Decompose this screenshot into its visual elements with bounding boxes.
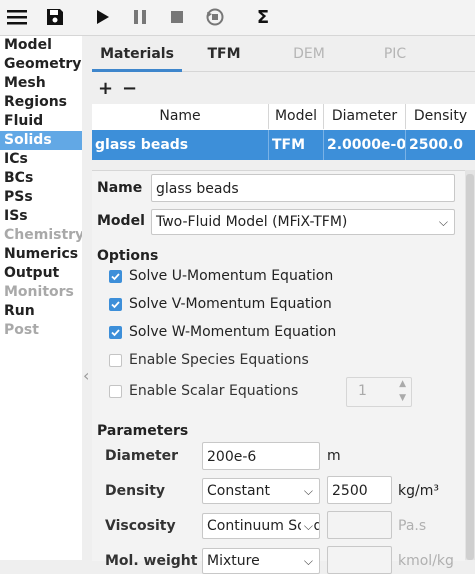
- diameter-unit: m: [327, 448, 341, 464]
- cell-density[interactable]: 2500.0: [406, 130, 475, 160]
- molweight-label: Mol. weight: [105, 553, 198, 569]
- active-tab-indicator: [92, 69, 182, 72]
- scrollbar-thumb[interactable]: [466, 174, 474, 560]
- viscosity-mode-select[interactable]: Continuum Solids ⌵: [202, 513, 320, 539]
- sidebar-item-fluid[interactable]: Fluid: [0, 112, 82, 131]
- sidebar-item-post[interactable]: Post: [0, 321, 82, 340]
- cell-diameter[interactable]: 2.0000e-04: [324, 130, 406, 160]
- density-mode-select[interactable]: Constant ⌵: [202, 478, 320, 504]
- scalar-count-value: 1: [358, 383, 367, 399]
- density-label: Density: [105, 483, 166, 499]
- diameter-input[interactable]: 200e-6: [202, 442, 320, 470]
- sidebar-item-model[interactable]: Model: [0, 36, 82, 55]
- tab-pic[interactable]: PIC: [352, 36, 438, 70]
- enable-scalar-checkbox[interactable]: [109, 385, 122, 398]
- solve-v-momentum-checkbox[interactable]: [109, 298, 122, 311]
- model-label: Model: [97, 213, 145, 229]
- molweight-input[interactable]: [327, 546, 392, 574]
- sidebar-item-regions[interactable]: Regions: [0, 93, 82, 112]
- options-heading: Options: [97, 248, 159, 264]
- parameters-heading: Parameters: [97, 423, 189, 439]
- sidebar-item-numerics[interactable]: Numerics: [0, 245, 82, 264]
- sidebar-item-ics[interactable]: ICs: [0, 150, 82, 169]
- tab-tfm[interactable]: TFM: [182, 36, 266, 70]
- sidebar-item-run[interactable]: Run: [0, 302, 82, 321]
- model-select[interactable]: Two-Fluid Model (MFiX-TFM) ⌵: [151, 209, 455, 235]
- density-unit: kg/m³: [398, 483, 439, 499]
- sidebar-item-pss[interactable]: PSs: [0, 188, 82, 207]
- remove-icon[interactable]: −: [122, 80, 137, 98]
- solve-w-momentum-checkbox[interactable]: [109, 326, 122, 339]
- sidebar-item-geometry[interactable]: Geometry: [0, 55, 82, 74]
- stop-icon[interactable]: [166, 6, 188, 28]
- viscosity-input[interactable]: [327, 511, 392, 539]
- sigma-icon[interactable]: Σ: [252, 6, 274, 28]
- cell-model[interactable]: TFM: [269, 130, 324, 160]
- sidebar-item-mesh[interactable]: Mesh: [0, 74, 82, 93]
- solve-u-momentum-label: Solve U-Momentum Equation: [129, 268, 334, 284]
- sidebar-item-solids[interactable]: Solids: [0, 131, 82, 150]
- chevron-down-icon: ⌵: [303, 484, 313, 498]
- tab-dem[interactable]: DEM: [266, 36, 352, 70]
- play-icon[interactable]: [92, 6, 114, 28]
- material-properties-panel: Name glass beads Model Two-Fluid Model (…: [92, 170, 465, 574]
- column-header-name[interactable]: Name: [92, 104, 269, 129]
- name-label: Name: [97, 180, 143, 196]
- name-input[interactable]: glass beads: [151, 174, 455, 202]
- density-mode-value: Constant: [207, 483, 270, 499]
- enable-species-label: Enable Species Equations: [129, 352, 309, 368]
- chevron-down-icon: ⌵: [438, 215, 448, 229]
- molweight-unit: kmol/kg: [398, 553, 454, 569]
- chevron-down-icon: ⌵: [303, 554, 313, 568]
- viscosity-label: Viscosity: [105, 518, 176, 534]
- column-header-density[interactable]: Density: [406, 104, 475, 129]
- molweight-mode-value: Mixture: [207, 553, 260, 569]
- sidebar-item-bcs[interactable]: BCs: [0, 169, 82, 188]
- menu-icon[interactable]: [6, 6, 28, 28]
- solve-w-momentum-label: Solve W-Momentum Equation: [129, 324, 337, 340]
- pause-icon[interactable]: [129, 6, 151, 28]
- toolbar: Σ: [0, 0, 475, 36]
- add-icon[interactable]: +: [98, 80, 113, 98]
- enable-species-checkbox[interactable]: [109, 354, 122, 367]
- reset-icon[interactable]: [204, 6, 226, 28]
- spin-down-icon[interactable]: ▼: [399, 393, 406, 403]
- sidebar-item-output[interactable]: Output: [0, 264, 82, 283]
- scalar-count-spinbox[interactable]: 1 ▲ ▼: [346, 377, 412, 407]
- density-input[interactable]: 2500: [327, 476, 392, 504]
- sidebar-splitter[interactable]: ‹: [82, 36, 92, 560]
- panel-scrollbar[interactable]: [465, 170, 475, 560]
- chevron-down-icon: ⌵: [300, 514, 313, 538]
- sidebar-item-monitors[interactable]: Monitors: [0, 283, 82, 302]
- viscosity-unit: Pa.s: [398, 518, 427, 534]
- column-header-diameter[interactable]: Diameter: [324, 104, 406, 129]
- diameter-label: Diameter: [105, 448, 179, 464]
- materials-table: Name Model Diameter Density glass beads …: [92, 104, 475, 160]
- cell-name[interactable]: glass beads: [92, 130, 269, 160]
- table-row[interactable]: glass beads TFM 2.0000e-04 2500.0: [92, 130, 475, 160]
- sidebar-item-chemistry[interactable]: Chemistry: [0, 226, 84, 245]
- molweight-mode-select[interactable]: Mixture ⌵: [202, 548, 320, 574]
- tab-materials[interactable]: Materials: [92, 36, 182, 70]
- sidebar-item-iss[interactable]: ISs: [0, 207, 82, 226]
- enable-scalar-label: Enable Scalar Equations: [129, 383, 299, 399]
- solve-u-momentum-checkbox[interactable]: [109, 270, 122, 283]
- save-icon[interactable]: [44, 6, 66, 28]
- column-header-model[interactable]: Model: [269, 104, 324, 129]
- model-select-value: Two-Fluid Model (MFiX-TFM): [156, 214, 348, 230]
- sidebar-nav: Model Geometry Mesh Regions Fluid Solids…: [0, 36, 84, 560]
- spin-up-icon[interactable]: ▲: [399, 379, 406, 389]
- solve-v-momentum-label: Solve V-Momentum Equation: [129, 296, 332, 312]
- main-panel: Materials TFM DEM PIC + − Name Model Dia…: [92, 36, 475, 574]
- collapse-arrow-icon[interactable]: ‹: [83, 366, 89, 385]
